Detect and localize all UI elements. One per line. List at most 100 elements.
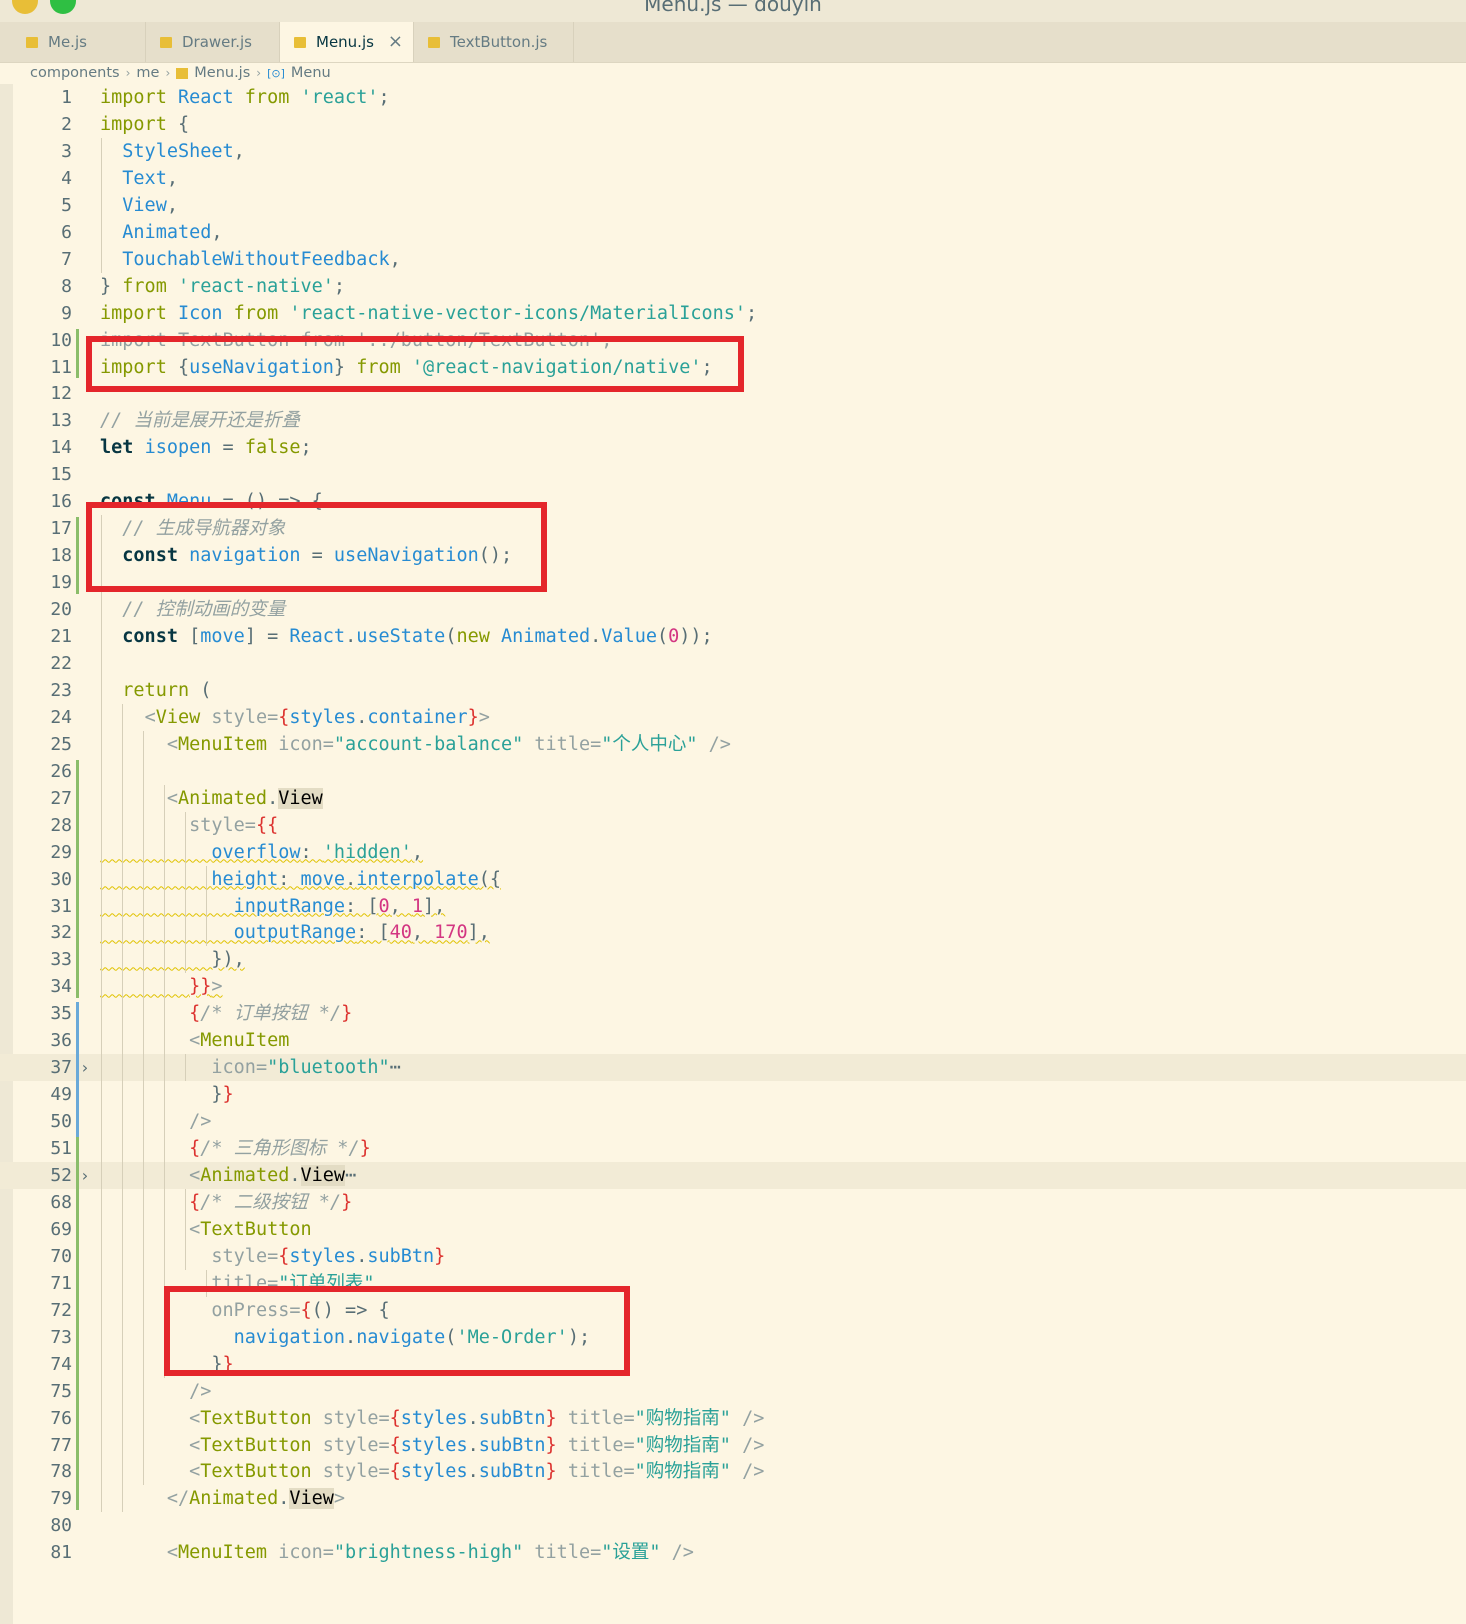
line-number: 12 [50,383,72,405]
annotation-box-navigation [86,502,547,592]
code-line[interactable]: 31 inputRange: [0, 1], [0,893,1466,920]
code-text: import React from 'react'; [100,87,390,108]
line-number: 69 [50,1218,72,1240]
tab-drawer-js[interactable]: Drawer.js [146,22,280,62]
code-line[interactable]: 9 import Icon from 'react-native-vector-i… [0,300,1466,327]
line-number: 24 [50,706,72,728]
code-text: }}> [189,976,223,998]
line-number: 33 [50,949,72,971]
line-number: 13 [50,410,72,432]
code-line[interactable]: 75 /> [0,1378,1466,1405]
js-file-icon [176,67,189,79]
line-number: 27 [50,787,72,809]
close-tab-icon[interactable]: × [388,31,403,52]
code-text: let isopen = false; [100,437,312,459]
indent-guide [185,1188,186,1270]
line-number: 10 [50,329,72,351]
code-line[interactable]: 5 View, [0,192,1466,219]
code-line[interactable]: 77 <TextButton style={styles.subBtn} tit… [0,1432,1466,1459]
breadcrumb-components[interactable]: components [30,65,120,81]
line-number: 76 [50,1407,72,1429]
code-line[interactable]: 23 return ( [0,677,1466,704]
code-line[interactable]: 27 <Animated.View [0,785,1466,812]
breadcrumb-file[interactable]: Menu.js [194,65,250,81]
code-text: import { [100,113,190,135]
window-title: Menu.js — douyin [644,0,822,16]
code-line[interactable]: 35 {/* 订单按钮 */} [0,1000,1466,1027]
line-number: 35 [50,1003,72,1025]
line-number: 17 [50,518,72,540]
code-line[interactable]: 3 StyleSheet, [0,138,1466,165]
code-line[interactable]: 70 style={styles.subBtn} [0,1243,1466,1270]
chevron-right-icon: › [125,66,131,80]
code-line[interactable]: 32 outputRange: [40, 170], [0,919,1466,946]
code-line[interactable]: 7 TouchableWithoutFeedback, [0,246,1466,273]
code-line[interactable]: 13 // 当前是展开还是折叠 [0,407,1466,434]
indent-guide [185,811,186,974]
code-line[interactable]: 69 <TextButton [0,1216,1466,1243]
code-line[interactable]: 28 style={{ [0,812,1466,839]
line-number: 7 [61,248,72,270]
fold-chevron-icon[interactable]: › [80,1162,90,1189]
line-number: 15 [50,464,72,486]
code-line[interactable]: 14 let isopen = false; [0,434,1466,461]
code-line[interactable]: 22 [0,650,1466,677]
code-line[interactable]: 21 const [move] = React.useState(new Ani… [0,623,1466,650]
code-line[interactable]: 34 }}> [0,973,1466,1000]
code-line[interactable]: 1 import React from 'react'; [0,84,1466,111]
code-line[interactable]: 6 Animated, [0,219,1466,246]
tab-menu-js[interactable]: Menu.js × [280,22,414,62]
code-line[interactable]: 8} from 'react-native'; [0,273,1466,300]
code-line[interactable]: 33 }), [0,946,1466,973]
code-line[interactable]: 37 › icon="bluetooth"⋯ [0,1054,1466,1082]
breadcrumb: components › me › Menu.js › [⊙] Menu [30,62,331,84]
code-line[interactable]: 81 <MenuItem icon="brightness-high" titl… [0,1539,1466,1566]
code-line[interactable]: 30 height: move.interpolate({ [0,866,1466,893]
code-text: <Animated.View [166,787,323,809]
code-text: // 控制动画的变量 [122,599,286,621]
code-line[interactable]: 29 overflow: 'hidden', [0,839,1466,866]
editor-tab-bar: Me.js Drawer.js Menu.js × TextButton.js [0,22,1466,63]
fold-chevron-icon[interactable]: › [80,1054,90,1081]
breadcrumb-me[interactable]: me [136,65,159,81]
code-text: overflow: 'hidden', [211,841,424,863]
indent-guide [143,730,144,1486]
js-file-icon [26,36,38,48]
code-line[interactable]: 20 // 控制动画的变量 [0,596,1466,623]
code-text: TouchableWithoutFeedback, [122,248,401,270]
line-number: 23 [50,679,72,701]
code-line[interactable]: 52 › <Animated.View⋯ [0,1162,1466,1189]
tab-label: Drawer.js [182,33,252,51]
diff-gutter-marker [76,517,79,595]
code-text: <TextButton style={styles.subBtn} title=… [189,1434,765,1456]
line-number: 79 [50,1488,72,1510]
line-number: 2 [61,113,72,135]
annotation-box-import [86,336,744,392]
code-line[interactable]: 4 Text, [0,165,1466,192]
code-line[interactable]: 26 [0,758,1466,785]
code-line[interactable]: 51 {/* 三角形图标 */} [0,1135,1466,1162]
code-line[interactable]: 50 /> [0,1108,1466,1135]
code-line[interactable]: 24 <View style={styles.container}> [0,704,1466,731]
code-text: <TextButton [189,1218,312,1240]
tab-textbutton-js[interactable]: TextButton.js [414,22,574,62]
tab-me-js[interactable]: Me.js [12,22,146,62]
code-line[interactable]: 68 {/* 二级按钮 */} [0,1189,1466,1216]
code-line[interactable]: 78 <TextButton style={styles.subBtn} tit… [0,1458,1466,1485]
diff-gutter-marker [76,328,79,379]
code-line[interactable]: 25 <MenuItem icon="account-balance" titl… [0,731,1466,758]
code-line[interactable]: 36 <MenuItem [0,1027,1466,1054]
code-line[interactable]: 76 <TextButton style={styles.subBtn} tit… [0,1405,1466,1432]
indent-guide [185,1054,186,1082]
code-line[interactable]: 79 </Animated.View> [0,1485,1466,1512]
line-number: 74 [50,1353,72,1375]
code-line[interactable]: 80 [0,1512,1466,1539]
code-line[interactable]: 15 [0,461,1466,488]
breadcrumb-symbol[interactable]: Menu [291,65,331,81]
code-line[interactable]: 49 }} [0,1081,1466,1108]
code-line[interactable]: 2 import { [0,111,1466,138]
annotation-box-onpress [164,1286,630,1376]
line-number: 1 [61,87,72,108]
line-number: 19 [50,572,72,594]
line-number: 29 [50,841,72,863]
